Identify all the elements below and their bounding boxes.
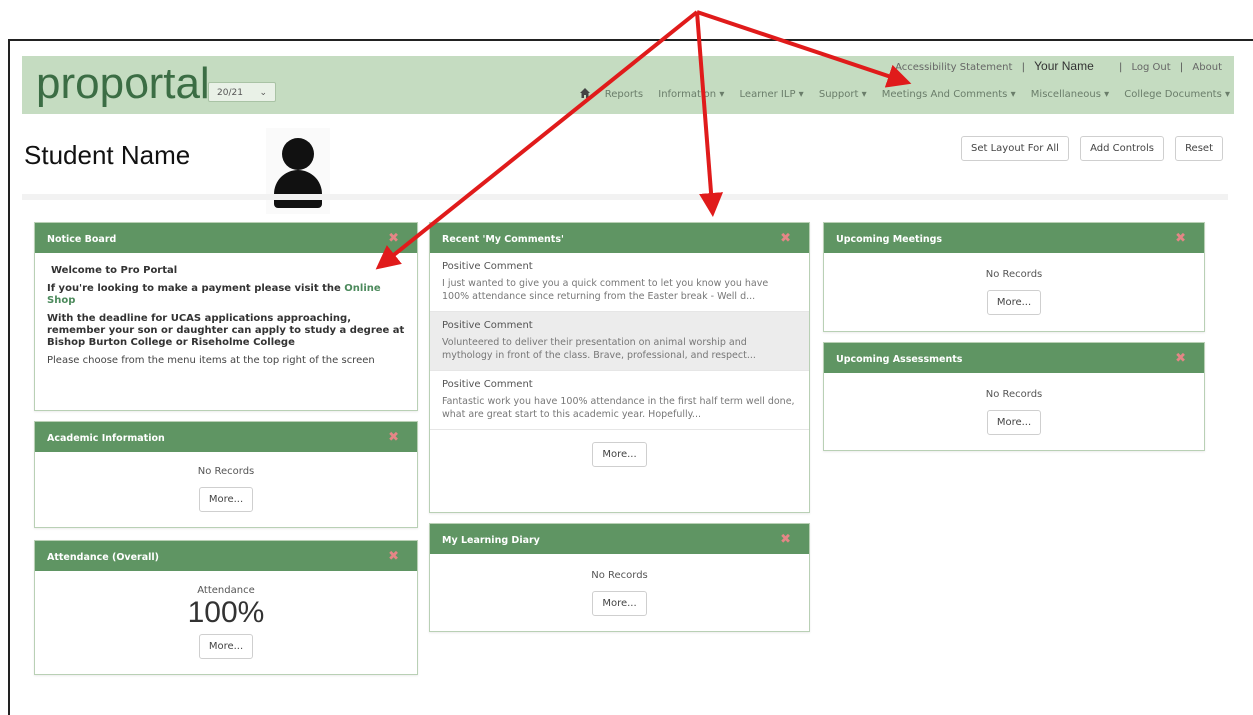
arrow-to-comments [695, 11, 724, 217]
arrow-to-notice-board [375, 10, 699, 270]
arrow-to-meetings-menu [696, 10, 912, 88]
annotation-arrows [375, 10, 912, 270]
